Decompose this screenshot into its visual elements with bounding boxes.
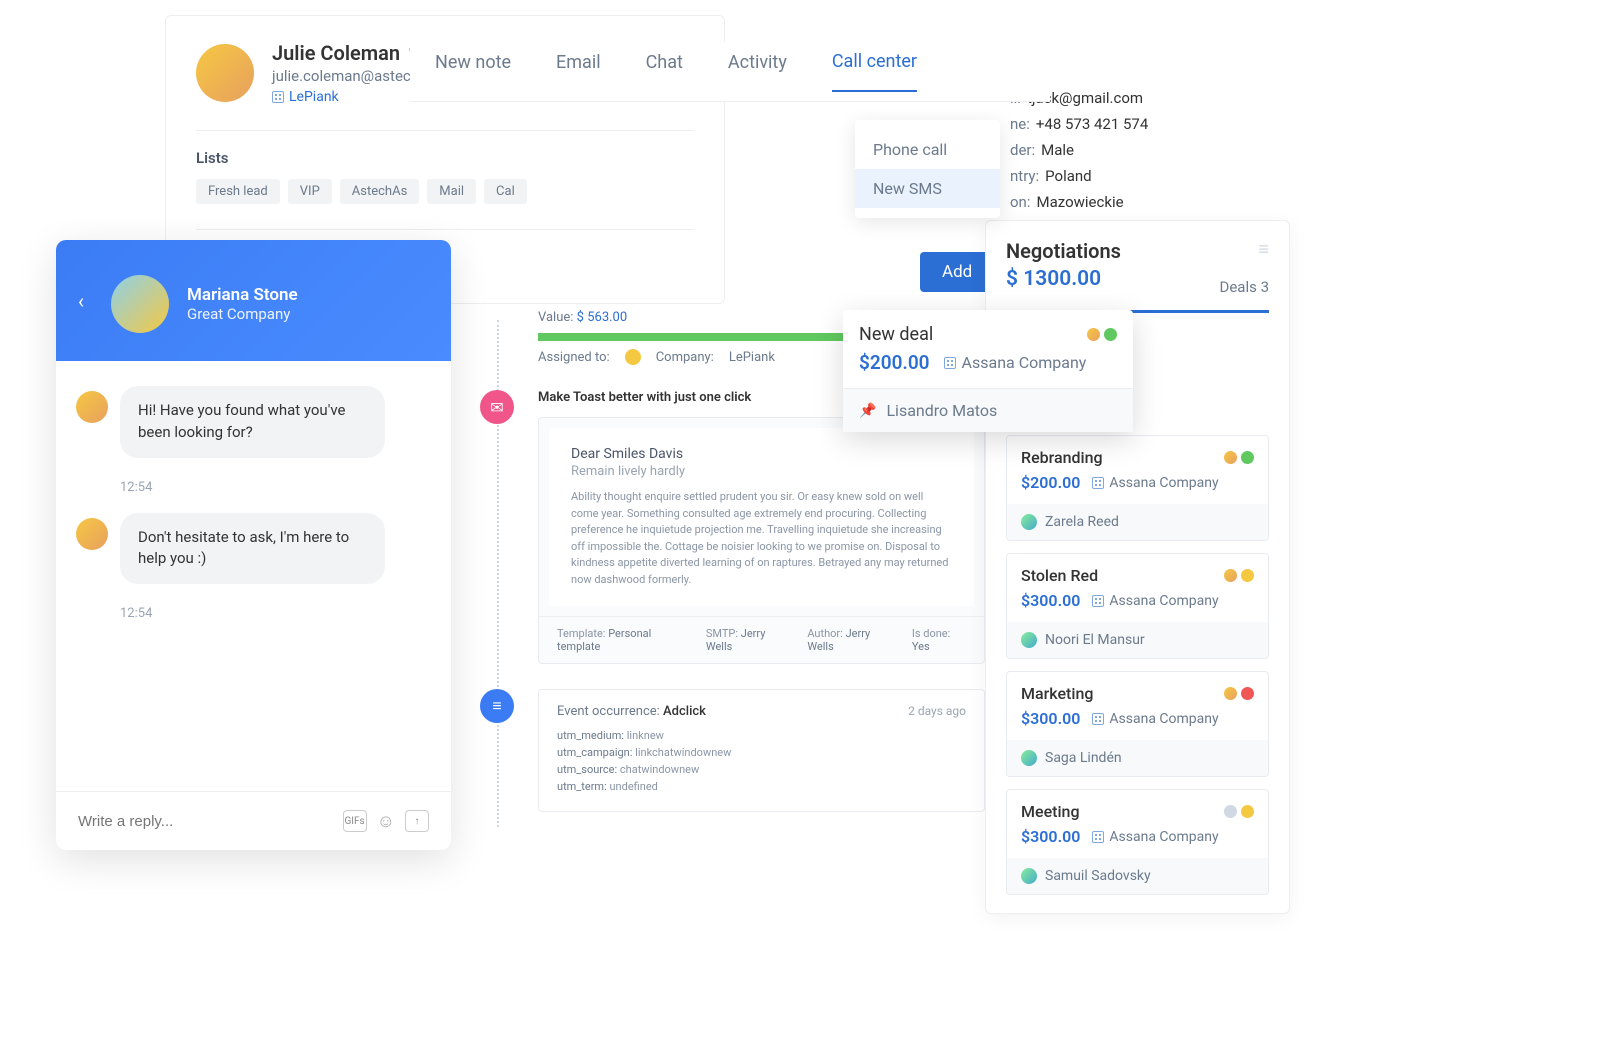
new-deal-price: $200.00 [859, 351, 930, 374]
assignee-avatar [625, 349, 641, 365]
chat-agent-name: Mariana Stone [187, 285, 298, 305]
tab-chat[interactable]: Chat [646, 52, 683, 91]
message-time: 12:54 [120, 606, 431, 621]
avatar-dot [1224, 687, 1237, 700]
gif-button[interactable]: GIFs [343, 810, 367, 832]
call-center-dropdown: Phone call New SMS [855, 120, 1000, 218]
pipeline-stage-title: Negotiations [1006, 239, 1121, 263]
contact-details: c il:tjack@gmail.com ne:+48 573 421 574 … [1010, 55, 1290, 219]
pipeline-stage-amount: $ 1300.00 [1006, 267, 1121, 291]
new-deal-card[interactable]: New deal $200.00 Assana Company 📌 Lisand… [843, 310, 1133, 432]
deal-card[interactable]: Stolen Red $300.00Assana Company Noori E… [1006, 553, 1269, 659]
message-bubble: Hi! Have you found what you've been look… [120, 386, 385, 458]
owner-avatar [1021, 514, 1037, 530]
tab-email[interactable]: Email [556, 52, 601, 91]
new-deal-name: New deal [859, 324, 933, 345]
event-icon: ≡ [480, 689, 514, 723]
list-tag[interactable]: Fresh lead [196, 179, 280, 204]
owner-avatar [1021, 632, 1037, 648]
avatar-dot [1087, 328, 1100, 341]
owner-avatar [1021, 750, 1037, 766]
building-icon [1092, 595, 1104, 607]
status-dot [1104, 328, 1117, 341]
tab-activity[interactable]: Activity [728, 52, 787, 91]
chat-agent-company: Great Company [187, 305, 298, 323]
chat-message: Hi! Have you found what you've been look… [76, 386, 431, 458]
event-time: 2 days ago [908, 704, 966, 719]
email-meta-row: Template: Personal template SMTP: Jerry … [539, 616, 984, 663]
building-icon [1092, 477, 1104, 489]
dropdown-phone-call[interactable]: Phone call [855, 130, 1000, 169]
list-tag[interactable]: VIP [288, 179, 332, 204]
avatar-dot [1224, 451, 1237, 464]
emoji-icon[interactable]: ☺ [377, 811, 395, 832]
status-dot [1241, 805, 1254, 818]
dropdown-new-sms[interactable]: New SMS [855, 169, 1000, 208]
email-preview-card[interactable]: Dear Smiles Davis Remain lively hardly A… [538, 417, 985, 664]
deals-count: Deals 3 [1220, 278, 1270, 296]
chat-input-bar: GIFs ☺ ↑ [56, 791, 451, 850]
email-subtitle: Remain lively hardly [571, 464, 952, 479]
list-tag[interactable]: Mail [427, 179, 476, 204]
lists-heading: Lists [196, 130, 694, 167]
contact-avatar[interactable] [196, 44, 254, 102]
back-icon[interactable]: ‹ [78, 289, 84, 313]
new-deal-owner: Lisandro Matos [886, 401, 997, 420]
avatar-dot [1224, 805, 1237, 818]
building-icon [272, 91, 284, 103]
message-bubble: Don't hesitate to ask, I'm here to help … [120, 513, 385, 585]
tab-call-center[interactable]: Call center [832, 51, 917, 92]
status-dot [1241, 687, 1254, 700]
chat-reply-input[interactable] [78, 813, 343, 830]
chat-body: Hi! Have you found what you've been look… [56, 361, 451, 646]
chat-widget: ‹ Mariana Stone Great Company Hi! Have y… [56, 240, 451, 850]
deal-card[interactable]: Meeting $300.00Assana Company Samuil Sad… [1006, 789, 1269, 895]
list-tag[interactable]: Cal [484, 179, 527, 204]
upload-icon[interactable]: ↑ [405, 810, 429, 832]
chat-message: Don't hesitate to ask, I'm here to help … [76, 513, 431, 585]
building-icon [944, 357, 956, 369]
avatar-dot [1224, 569, 1237, 582]
tab-new-note[interactable]: New note [435, 52, 511, 91]
email-body-text: Ability thought enquire settled prudent … [571, 489, 952, 588]
pin-icon: 📌 [859, 403, 876, 419]
chat-agent-avatar[interactable] [111, 275, 169, 333]
email-icon: ✉ [480, 390, 514, 424]
new-deal-company: Assana Company [944, 353, 1087, 372]
menu-icon[interactable]: ≡ [1220, 239, 1270, 260]
deal-card[interactable]: Rebranding $200.00Assana Company Zarela … [1006, 435, 1269, 541]
timeline-event-node: ≡ Event occurrence: Adclick 2 days ago u… [480, 689, 985, 812]
building-icon [1092, 831, 1104, 843]
status-dot [1241, 451, 1254, 464]
deal-card[interactable]: Marketing $300.00Assana Company Saga Lin… [1006, 671, 1269, 777]
email-salutation: Dear Smiles Davis [571, 446, 952, 462]
status-dot [1241, 569, 1254, 582]
lists-tags: Fresh lead VIP AstechAs Mail Cal [196, 179, 694, 204]
message-time: 12:54 [120, 480, 431, 495]
owner-avatar [1021, 868, 1037, 884]
building-icon [1092, 713, 1104, 725]
chat-header: ‹ Mariana Stone Great Company [56, 240, 451, 361]
message-avatar [76, 518, 108, 550]
event-card[interactable]: Event occurrence: Adclick 2 days ago utm… [538, 689, 985, 812]
action-tabs: New note Email Chat Activity Call center [410, 42, 1050, 102]
message-avatar [76, 391, 108, 423]
list-tag[interactable]: AstechAs [340, 179, 420, 204]
add-button[interactable]: Add [920, 252, 994, 292]
